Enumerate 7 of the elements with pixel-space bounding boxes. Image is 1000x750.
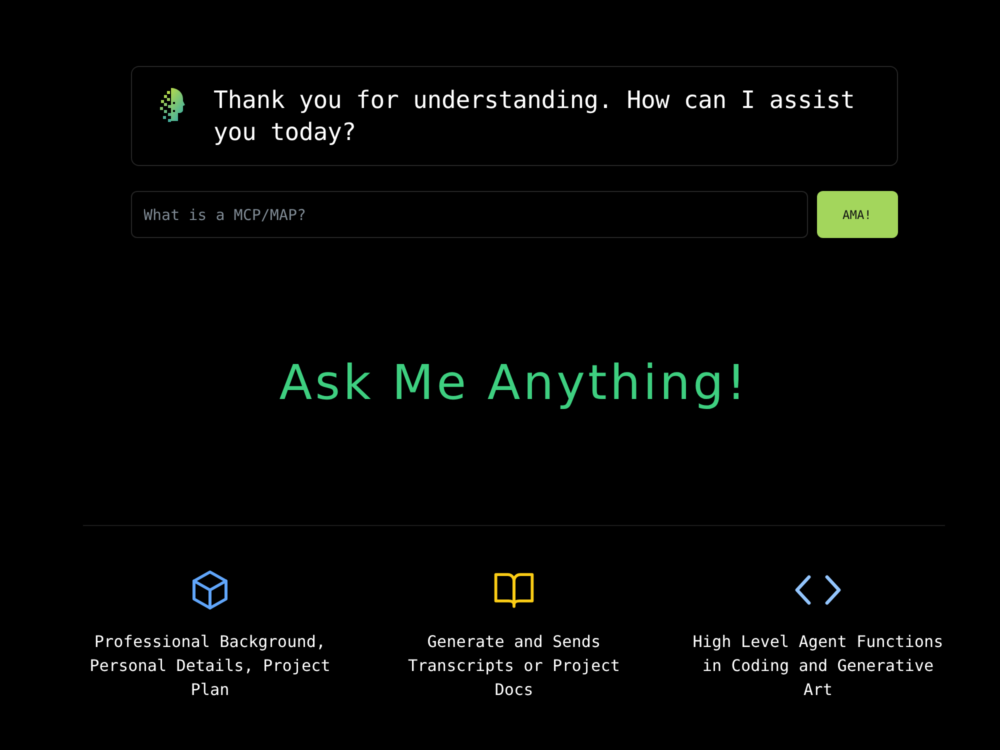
feature-description: Professional Background, Personal Details, Project Plan: [88, 631, 332, 701]
feature-description: High Level Agent Functions in Coding and Generative Art: [692, 631, 944, 701]
ama-button[interactable]: AMA!: [816, 191, 898, 238]
hero-heading: Ask Me Anything!: [279, 354, 749, 413]
feature-description: Generate and Sends Transcripts or Project Docs: [407, 631, 621, 701]
chat-message-text: Thank you for understanding. How can I assist you today?: [214, 85, 856, 148]
question-input-field[interactable]: What is a MCP/MAP?: [130, 191, 808, 238]
